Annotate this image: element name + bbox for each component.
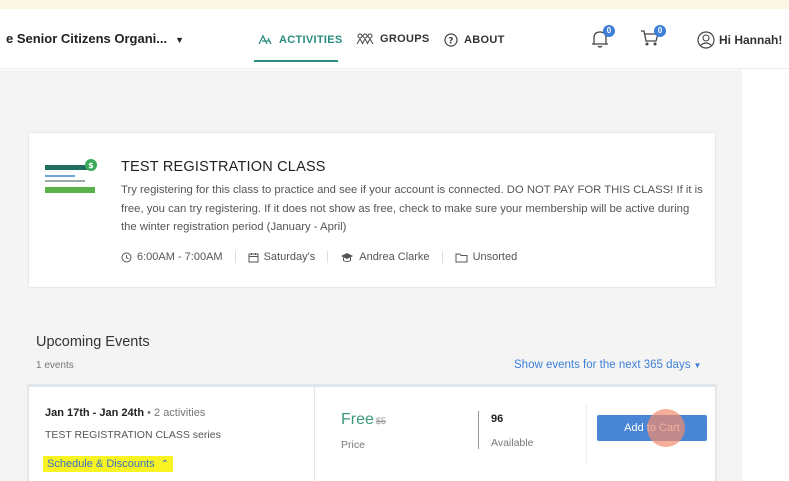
site-header: e Senior Citizens Organi... ▼ ACTIVITIES … bbox=[0, 9, 789, 69]
svg-text:$: $ bbox=[88, 161, 94, 170]
divider bbox=[586, 405, 587, 465]
main-content: $ TEST REGISTRATION CLASS Try registerin… bbox=[0, 70, 742, 481]
activity-card[interactable]: $ TEST REGISTRATION CLASS Try registerin… bbox=[28, 132, 716, 288]
schedule-discounts-label: Schedule & Discounts bbox=[47, 458, 155, 470]
meta-instructor: Andrea Clarke bbox=[327, 251, 441, 263]
meta-time: 6:00AM - 7:00AM bbox=[121, 251, 235, 263]
activity-instructor: Andrea Clarke bbox=[359, 251, 430, 263]
meta-day: Saturday's bbox=[234, 251, 328, 263]
nav-groups[interactable]: GROUPS bbox=[356, 33, 429, 45]
event-info: Jan 17th - Jan 24th • 2 activities TEST … bbox=[29, 387, 315, 481]
notifications-badge: 0 bbox=[603, 25, 615, 37]
activities-icon bbox=[258, 34, 272, 45]
organization-name: e Senior Citizens Organi... bbox=[6, 31, 168, 46]
event-series: TEST REGISTRATION CLASS series bbox=[45, 429, 221, 441]
nav-about[interactable]: ? ABOUT bbox=[444, 33, 505, 47]
events-count: 1 events bbox=[36, 360, 74, 371]
event-row: Jan 17th - Jan 24th • 2 activities TEST … bbox=[28, 384, 716, 481]
available-count: 96 bbox=[491, 413, 504, 425]
graduation-cap-icon bbox=[341, 252, 354, 262]
activity-description: Try registering for this class to practi… bbox=[121, 184, 703, 233]
clock-icon bbox=[121, 252, 132, 262]
available-label: Available bbox=[491, 437, 534, 449]
cart-button[interactable]: 0 bbox=[640, 25, 666, 52]
events-range-label: Show events for the next 365 days bbox=[514, 359, 691, 371]
activity-logo: $ bbox=[45, 159, 97, 193]
events-range-dropdown[interactable]: Show events for the next 365 days ▼ bbox=[514, 359, 701, 371]
event-activity-count: 2 activities bbox=[154, 407, 206, 419]
organization-selector[interactable]: e Senior Citizens Organi... ▼ bbox=[6, 31, 184, 46]
event-date-range: Jan 17th - Jan 24th bbox=[45, 407, 145, 419]
click-highlight bbox=[647, 409, 685, 447]
notifications-button[interactable]: 0 bbox=[591, 25, 615, 54]
meta-category: Unsorted bbox=[441, 251, 530, 263]
price-label: Price bbox=[341, 439, 365, 451]
activity-time: 6:00AM - 7:00AM bbox=[137, 251, 223, 263]
calendar-icon bbox=[248, 252, 259, 262]
activity-day: Saturday's bbox=[263, 251, 316, 263]
svg-text:?: ? bbox=[448, 37, 454, 47]
question-icon: ? bbox=[444, 33, 458, 47]
nav-groups-label: GROUPS bbox=[380, 33, 430, 45]
event-dates: Jan 17th - Jan 24th • 2 activities bbox=[45, 407, 206, 419]
activity-category: Unsorted bbox=[472, 251, 518, 263]
original-price: $5 bbox=[375, 416, 386, 426]
active-tab-indicator bbox=[254, 60, 338, 62]
cart-badge: 0 bbox=[654, 25, 666, 37]
user-avatar-icon bbox=[697, 31, 715, 49]
user-menu[interactable]: Hi Hannah! bbox=[697, 31, 782, 49]
activity-meta: 6:00AM - 7:00AM Saturday's Andrea Clarke… bbox=[121, 251, 529, 263]
top-accent-bar bbox=[0, 0, 789, 9]
nav-activities-label: ACTIVITIES bbox=[279, 34, 343, 46]
divider bbox=[478, 411, 479, 449]
caret-down-icon: ▼ bbox=[693, 361, 702, 370]
upcoming-events-heading: Upcoming Events bbox=[36, 334, 150, 350]
user-greeting: Hi Hannah! bbox=[719, 33, 783, 47]
activity-title: TEST REGISTRATION CLASS bbox=[121, 159, 326, 175]
chevron-up-icon: ⌃ bbox=[160, 459, 170, 470]
schedule-discounts-toggle[interactable]: Schedule & Discounts ⌃ bbox=[43, 456, 174, 472]
folder-icon bbox=[455, 253, 468, 262]
nav-activities[interactable]: ACTIVITIES bbox=[257, 33, 343, 47]
event-price: Free $5 bbox=[341, 411, 386, 429]
groups-icon bbox=[356, 33, 374, 45]
nav-about-label: ABOUT bbox=[464, 34, 505, 46]
caret-down-icon: ▼ bbox=[175, 35, 185, 45]
price-value: Free bbox=[341, 411, 374, 428]
